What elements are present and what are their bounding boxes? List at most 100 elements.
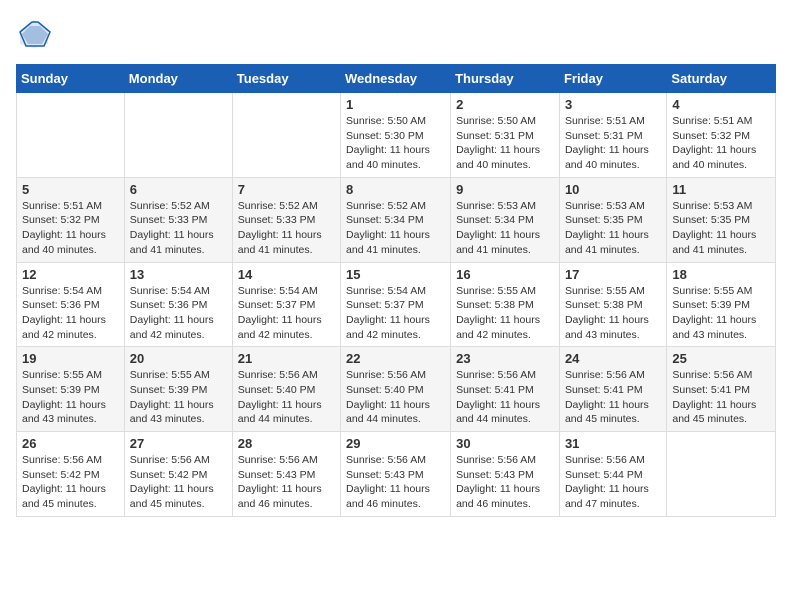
col-header-friday: Friday [559, 65, 666, 93]
calendar-cell: 27 Sunrise: 5:56 AM Sunset: 5:42 PM Dayli… [124, 432, 232, 517]
day-info: Sunrise: 5:50 AM Sunset: 5:30 PM Dayligh… [346, 114, 445, 173]
calendar-cell: 10 Sunrise: 5:53 AM Sunset: 5:35 PM Dayli… [559, 177, 666, 262]
day-number: 27 [130, 436, 227, 451]
week-row-4: 19 Sunrise: 5:55 AM Sunset: 5:39 PM Dayli… [17, 347, 776, 432]
day-info: Sunrise: 5:55 AM Sunset: 5:39 PM Dayligh… [22, 368, 119, 427]
day-number: 11 [672, 182, 770, 197]
col-header-monday: Monday [124, 65, 232, 93]
calendar-cell: 18Sunrise: 5:55 AM Sunset: 5:39 PM Dayli… [667, 262, 776, 347]
calendar-cell: 7 Sunrise: 5:52 AM Sunset: 5:33 PM Daylig… [232, 177, 340, 262]
day-info: Sunrise: 5:52 AM Sunset: 5:34 PM Dayligh… [346, 199, 445, 258]
calendar-cell: 11 Sunrise: 5:53 AM Sunset: 5:35 PM Dayli… [667, 177, 776, 262]
day-info: Sunrise: 5:54 AM Sunset: 5:37 PM Dayligh… [346, 284, 445, 343]
day-number: 14 [238, 267, 335, 282]
calendar-cell: 20 Sunrise: 5:55 AM Sunset: 5:39 PM Dayli… [124, 347, 232, 432]
logo-icon [16, 16, 52, 52]
col-header-tuesday: Tuesday [232, 65, 340, 93]
day-number: 10 [565, 182, 661, 197]
calendar-cell: 26 Sunrise: 5:56 AM Sunset: 5:42 PM Dayli… [17, 432, 125, 517]
calendar-cell: 24 Sunrise: 5:56 AM Sunset: 5:41 PM Dayli… [559, 347, 666, 432]
day-info: Sunrise: 5:56 AM Sunset: 5:44 PM Dayligh… [565, 453, 661, 512]
day-info: Sunrise: 5:55 AM Sunset: 5:38 PM Dayligh… [456, 284, 554, 343]
calendar-cell: 4 Sunrise: 5:51 AM Sunset: 5:32 PM Daylig… [667, 93, 776, 178]
day-number: 29 [346, 436, 445, 451]
day-number: 5 [22, 182, 119, 197]
calendar-cell [124, 93, 232, 178]
day-info: Sunrise: 5:51 AM Sunset: 5:32 PM Dayligh… [22, 199, 119, 258]
day-number: 22 [346, 351, 445, 366]
calendar-cell: 9Sunrise: 5:53 AM Sunset: 5:34 PM Daylig… [451, 177, 560, 262]
day-info: Sunrise: 5:50 AM Sunset: 5:31 PM Dayligh… [456, 114, 554, 173]
day-number: 23 [456, 351, 554, 366]
day-number: 1 [346, 97, 445, 112]
calendar-cell: 1 Sunrise: 5:50 AM Sunset: 5:30 PM Daylig… [341, 93, 451, 178]
day-info: Sunrise: 5:56 AM Sunset: 5:40 PM Dayligh… [238, 368, 335, 427]
day-info: Sunrise: 5:56 AM Sunset: 5:41 PM Dayligh… [565, 368, 661, 427]
week-row-1: 1 Sunrise: 5:50 AM Sunset: 5:30 PM Daylig… [17, 93, 776, 178]
logo [16, 16, 56, 52]
day-number: 8 [346, 182, 445, 197]
calendar-cell: 5 Sunrise: 5:51 AM Sunset: 5:32 PM Daylig… [17, 177, 125, 262]
day-number: 6 [130, 182, 227, 197]
day-number: 3 [565, 97, 661, 112]
calendar-cell: 29 Sunrise: 5:56 AM Sunset: 5:43 PM Dayli… [341, 432, 451, 517]
calendar-cell: 2 Sunrise: 5:50 AM Sunset: 5:31 PM Daylig… [451, 93, 560, 178]
calendar-cell: 15 Sunrise: 5:54 AM Sunset: 5:37 PM Dayli… [341, 262, 451, 347]
day-number: 30 [456, 436, 554, 451]
day-number: 24 [565, 351, 661, 366]
day-info: Sunrise: 5:53 AM Sunset: 5:35 PM Dayligh… [565, 199, 661, 258]
day-info: Sunrise: 5:52 AM Sunset: 5:33 PM Dayligh… [130, 199, 227, 258]
calendar-cell: 21 Sunrise: 5:56 AM Sunset: 5:40 PM Dayli… [232, 347, 340, 432]
day-info: Sunrise: 5:56 AM Sunset: 5:42 PM Dayligh… [22, 453, 119, 512]
day-number: 15 [346, 267, 445, 282]
calendar-cell: 30 Sunrise: 5:56 AM Sunset: 5:43 PM Dayli… [451, 432, 560, 517]
calendar-cell: 17Sunrise: 5:55 AM Sunset: 5:38 PM Dayli… [559, 262, 666, 347]
day-number: 20 [130, 351, 227, 366]
day-info: Sunrise: 5:54 AM Sunset: 5:36 PM Dayligh… [22, 284, 119, 343]
week-row-3: 12 Sunrise: 5:54 AM Sunset: 5:36 PM Dayli… [17, 262, 776, 347]
day-info: Sunrise: 5:54 AM Sunset: 5:37 PM Dayligh… [238, 284, 335, 343]
calendar-cell: 31 Sunrise: 5:56 AM Sunset: 5:44 PM Dayli… [559, 432, 666, 517]
day-number: 26 [22, 436, 119, 451]
day-info: Sunrise: 5:56 AM Sunset: 5:42 PM Dayligh… [130, 453, 227, 512]
calendar-cell: 3 Sunrise: 5:51 AM Sunset: 5:31 PM Daylig… [559, 93, 666, 178]
day-number: 9 [456, 182, 554, 197]
day-info: Sunrise: 5:53 AM Sunset: 5:35 PM Dayligh… [672, 199, 770, 258]
calendar-cell: 23Sunrise: 5:56 AM Sunset: 5:41 PM Dayli… [451, 347, 560, 432]
calendar-table: SundayMondayTuesdayWednesdayThursdayFrid… [16, 64, 776, 517]
calendar-cell: 25 Sunrise: 5:56 AM Sunset: 5:41 PM Dayli… [667, 347, 776, 432]
day-number: 28 [238, 436, 335, 451]
day-number: 18 [672, 267, 770, 282]
day-number: 19 [22, 351, 119, 366]
day-info: Sunrise: 5:54 AM Sunset: 5:36 PM Dayligh… [130, 284, 227, 343]
day-info: Sunrise: 5:56 AM Sunset: 5:40 PM Dayligh… [346, 368, 445, 427]
calendar-header-row: SundayMondayTuesdayWednesdayThursdayFrid… [17, 65, 776, 93]
day-number: 25 [672, 351, 770, 366]
calendar-cell: 13 Sunrise: 5:54 AM Sunset: 5:36 PM Dayli… [124, 262, 232, 347]
day-info: Sunrise: 5:56 AM Sunset: 5:43 PM Dayligh… [346, 453, 445, 512]
day-number: 7 [238, 182, 335, 197]
col-header-thursday: Thursday [451, 65, 560, 93]
day-info: Sunrise: 5:56 AM Sunset: 5:41 PM Dayligh… [672, 368, 770, 427]
calendar-cell [232, 93, 340, 178]
calendar-cell [17, 93, 125, 178]
day-info: Sunrise: 5:51 AM Sunset: 5:31 PM Dayligh… [565, 114, 661, 173]
day-info: Sunrise: 5:56 AM Sunset: 5:43 PM Dayligh… [456, 453, 554, 512]
col-header-saturday: Saturday [667, 65, 776, 93]
day-info: Sunrise: 5:51 AM Sunset: 5:32 PM Dayligh… [672, 114, 770, 173]
col-header-sunday: Sunday [17, 65, 125, 93]
calendar-cell: 12 Sunrise: 5:54 AM Sunset: 5:36 PM Dayli… [17, 262, 125, 347]
calendar-cell: 14 Sunrise: 5:54 AM Sunset: 5:37 PM Dayli… [232, 262, 340, 347]
day-number: 21 [238, 351, 335, 366]
week-row-2: 5 Sunrise: 5:51 AM Sunset: 5:32 PM Daylig… [17, 177, 776, 262]
calendar-cell: 19 Sunrise: 5:55 AM Sunset: 5:39 PM Dayli… [17, 347, 125, 432]
day-number: 2 [456, 97, 554, 112]
day-number: 4 [672, 97, 770, 112]
calendar-cell: 28Sunrise: 5:56 AM Sunset: 5:43 PM Dayli… [232, 432, 340, 517]
day-number: 31 [565, 436, 661, 451]
week-row-5: 26 Sunrise: 5:56 AM Sunset: 5:42 PM Dayli… [17, 432, 776, 517]
day-info: Sunrise: 5:55 AM Sunset: 5:39 PM Dayligh… [130, 368, 227, 427]
day-info: Sunrise: 5:52 AM Sunset: 5:33 PM Dayligh… [238, 199, 335, 258]
day-number: 12 [22, 267, 119, 282]
day-number: 13 [130, 267, 227, 282]
